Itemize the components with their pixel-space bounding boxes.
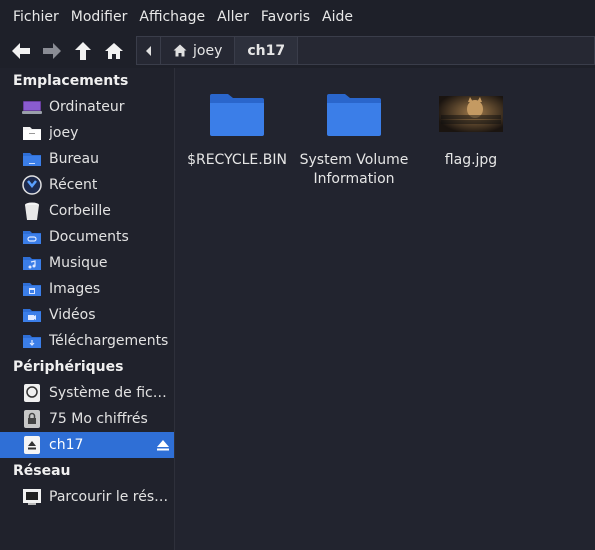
image-thumbnail-icon — [439, 96, 503, 132]
sidebar-item-joey[interactable]: joey — [0, 120, 174, 146]
file-item-flag-jpg[interactable]: flag.jpg — [411, 85, 531, 170]
home-icon — [173, 44, 187, 57]
home-folder-icon — [22, 123, 42, 143]
removable-drive-icon — [22, 435, 42, 455]
forward-button[interactable] — [37, 37, 67, 65]
menu-aller[interactable]: Aller — [211, 9, 255, 25]
sidebar-item-label: Système de fichi… — [49, 385, 173, 401]
file-name: flag.jpg — [444, 152, 498, 168]
menubar: Fichier Modifier Affichage Aller Favoris… — [0, 0, 595, 34]
home-button[interactable] — [99, 37, 129, 65]
sidebar-item-label: Musique — [49, 255, 108, 271]
path-segment-home[interactable]: joey — [161, 37, 236, 64]
arrow-right-icon — [43, 43, 61, 59]
sidebar-item-label: Images — [49, 281, 101, 297]
desktop-folder-icon — [22, 149, 42, 169]
network-icon — [22, 487, 42, 507]
file-view: $RECYCLE.BIN System Volume Information f… — [176, 68, 595, 550]
folder-icon — [327, 94, 381, 136]
sidebar-header-devices: Périphériques — [13, 359, 124, 375]
computer-icon — [22, 97, 42, 117]
trash-icon — [22, 201, 42, 221]
menu-fichier[interactable]: Fichier — [7, 9, 65, 25]
sidebar-item-label: Documents — [49, 229, 129, 245]
downloads-folder-icon — [22, 331, 42, 351]
sidebar-item-documents[interactable]: Documents — [0, 224, 174, 250]
toolbar: joey ch17 — [0, 34, 595, 68]
path-scroll-left-button[interactable] — [137, 37, 161, 64]
sidebar-item-label: Vidéos — [49, 307, 96, 323]
sidebar: Emplacements Ordinateur joey Bureau Réce… — [0, 68, 175, 550]
sidebar-item-bureau[interactable]: Bureau — [0, 146, 174, 172]
encrypted-drive-icon — [22, 409, 42, 429]
arrow-left-icon — [12, 43, 30, 59]
sidebar-item-musique[interactable]: Musique — [0, 250, 174, 276]
path-segment-label: joey — [193, 42, 223, 59]
eject-icon[interactable] — [156, 438, 170, 452]
back-button[interactable] — [6, 37, 36, 65]
sidebar-item-label: 75 Mo chiffrés — [49, 411, 148, 427]
up-button[interactable] — [68, 37, 98, 65]
drive-icon — [22, 383, 42, 403]
menu-affichage[interactable]: Affichage — [133, 9, 211, 25]
arrow-up-icon — [75, 42, 91, 60]
sidebar-item-videos[interactable]: Vidéos — [0, 302, 174, 328]
sidebar-item-recent[interactable]: Récent — [0, 172, 174, 198]
sidebar-header-network: Réseau — [13, 463, 71, 479]
sidebar-header-places: Emplacements — [13, 73, 129, 89]
folder-icon — [210, 94, 264, 136]
sidebar-item-telechargements[interactable]: Téléchargements — [0, 328, 174, 354]
documents-folder-icon — [22, 227, 42, 247]
menu-favoris[interactable]: Favoris — [255, 9, 316, 25]
file-item-system-volume-information[interactable]: System Volume Information — [294, 85, 414, 189]
file-item-recycle-bin[interactable]: $RECYCLE.BIN — [177, 85, 297, 170]
sidebar-item-label: Ordinateur — [49, 99, 125, 115]
sidebar-item-network[interactable]: Parcourir le rés… — [0, 484, 174, 510]
sidebar-item-label: ch17 — [49, 437, 84, 453]
sidebar-item-filesystem[interactable]: Système de fichi… — [0, 380, 174, 406]
chevron-left-icon — [145, 45, 151, 56]
sidebar-item-label: Récent — [49, 177, 98, 193]
path-segment-label: ch17 — [247, 42, 286, 59]
file-name: System Volume Information — [299, 152, 409, 187]
home-icon — [105, 43, 123, 59]
videos-folder-icon — [22, 305, 42, 325]
menu-modifier[interactable]: Modifier — [65, 9, 134, 25]
menu-aide[interactable]: Aide — [316, 9, 359, 25]
sidebar-item-ordinateur[interactable]: Ordinateur — [0, 94, 174, 120]
recent-icon — [22, 175, 42, 195]
sidebar-item-corbeille[interactable]: Corbeille — [0, 198, 174, 224]
music-folder-icon — [22, 253, 42, 273]
sidebar-item-ch17[interactable]: ch17 — [0, 432, 174, 458]
file-name: $RECYCLE.BIN — [187, 152, 287, 168]
pictures-folder-icon — [22, 279, 42, 299]
sidebar-item-images[interactable]: Images — [0, 276, 174, 302]
sidebar-item-label: Téléchargements — [49, 333, 169, 349]
sidebar-item-label: Parcourir le rés… — [49, 489, 169, 505]
path-segment-current[interactable]: ch17 — [235, 37, 299, 64]
path-bar: joey ch17 — [136, 36, 595, 65]
sidebar-item-label: joey — [49, 125, 79, 141]
sidebar-item-label: Corbeille — [49, 203, 111, 219]
sidebar-item-encrypted[interactable]: 75 Mo chiffrés — [0, 406, 174, 432]
sidebar-item-label: Bureau — [49, 151, 99, 167]
